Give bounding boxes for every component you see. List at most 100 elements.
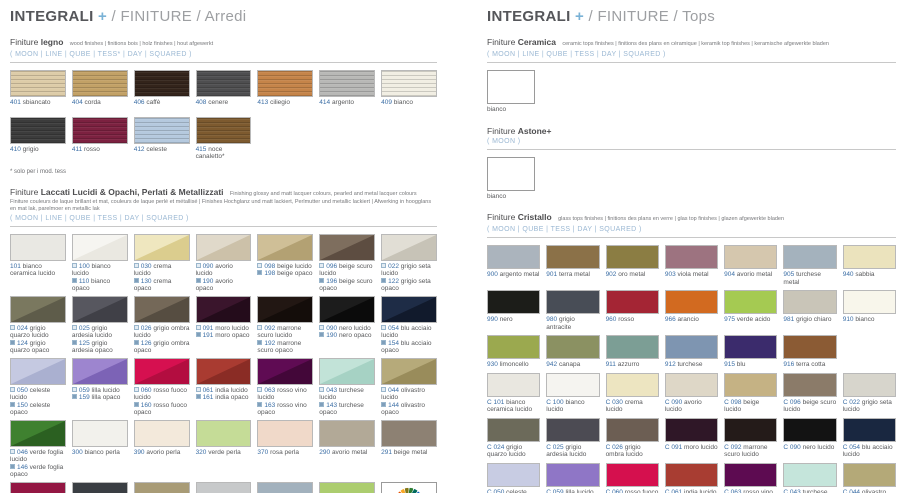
swatch-cell: 250 turchese metal	[257, 482, 313, 493]
swatch-cell: 026 grigio ombra lucido126 grigio ombra …	[134, 296, 190, 355]
swatch-cell: 090 avorio lucido190 avorio opaco	[196, 234, 252, 293]
swatch-code: 143	[326, 402, 339, 409]
swatch-label-line: C 022 grigio seta lucido	[843, 399, 896, 414]
swatch-label: 300 bianco perla	[72, 449, 128, 457]
swatch-cell: 046 verde foglia lucido146 verde foglia …	[10, 420, 66, 479]
swatch-cell: 291 beige metal	[381, 420, 437, 479]
section-subtitle: Finishing glossy and matt lacquer colour…	[230, 191, 417, 197]
swatch-label: 101 bianco ceramica lucido	[10, 263, 66, 278]
swatch-label: 990 nero	[487, 316, 540, 324]
swatch-label-line: C 043 turchese lucido	[783, 489, 836, 493]
section-astone: Finiture Astone+ ( MOON ) bianco	[487, 126, 896, 201]
swatch-name: canapa	[559, 361, 580, 368]
swatch-name: terra metal	[559, 271, 590, 278]
swatch-cell: 240 verde salvia metal	[319, 482, 375, 493]
swatch-cell: 930 limoncello	[487, 335, 540, 369]
swatch-code: C 098	[724, 399, 743, 406]
swatch-label: 100 bianco lucido110 bianco opaco	[72, 263, 128, 293]
swatch-label-line: bianco	[487, 106, 896, 114]
swatch-code: 320	[196, 449, 209, 456]
swatch-label: 981 grigio chiaro	[783, 316, 836, 324]
swatch-code: 412	[134, 146, 147, 153]
swatch-code: 191	[203, 332, 216, 339]
section-prefix: Finiture	[10, 187, 38, 197]
swatch-label-line: C 050 celeste lucido	[487, 489, 540, 493]
color-swatch	[10, 70, 66, 97]
swatch-label: 966 arancio	[665, 316, 718, 324]
swatch-label-line: 161 india opaco	[196, 394, 252, 402]
swatch-label-line: C 060 rosso fuoco lucido	[606, 489, 659, 493]
swatch-code: C 063	[724, 489, 743, 493]
swatch-label-line: C 061 india lucido	[665, 489, 718, 493]
swatch-label-line: 390 avorio perla	[134, 449, 190, 457]
color-swatch	[196, 70, 252, 97]
swatch-label: 916 terra cotta	[783, 361, 836, 369]
swatch-code: 409	[381, 99, 394, 106]
swatch-label-line: 191 moro opaco	[196, 332, 252, 340]
swatch-label: 060 rosso fuoco lucido160 rosso fuoco op…	[134, 387, 190, 417]
swatch-label-line: 415 noce canaletto*	[196, 146, 252, 161]
color-swatch	[257, 482, 313, 493]
swatch-code: 096	[326, 263, 339, 270]
swatch-code: 110	[79, 278, 91, 285]
swatch-label-line: 905 turchese metal	[783, 271, 836, 286]
swatch-label: 911 azzurro	[606, 361, 659, 369]
color-swatch	[724, 335, 777, 359]
swatch-cell: 901 terra metal	[546, 245, 599, 286]
swatch-label-line: 043 turchese lucido	[319, 387, 375, 402]
color-swatch	[843, 373, 896, 397]
color-swatch	[134, 70, 190, 97]
section-cristallo-heading: Finiture Cristallo glass tops finishes |…	[487, 212, 896, 224]
swatch-code: 090	[203, 263, 216, 270]
swatch-name: bianco	[855, 316, 874, 323]
swatch-label: C 100 bianco lucido	[546, 399, 599, 414]
swatch-label-line: 190 avorio opaco	[196, 278, 252, 293]
matt-marker-icon	[381, 402, 386, 407]
gloss-marker-icon	[72, 387, 77, 392]
swatch-cell: C 022 grigio seta lucido	[843, 373, 896, 414]
astone-swatch-grid: bianco	[487, 157, 896, 201]
color-swatch	[546, 335, 599, 359]
swatch-code: 390	[134, 449, 147, 456]
color-swatch	[783, 290, 836, 314]
swatch-code: 916	[783, 361, 796, 368]
swatch-label: 901 terra metal	[546, 271, 599, 279]
swatch-name: moro opaco	[215, 332, 249, 339]
swatch-label-line: 960 rosso	[606, 316, 659, 324]
swatch-code: C 050	[487, 489, 506, 493]
gloss-marker-icon	[72, 325, 77, 330]
section-laccati: Finiture Laccati Lucidi & Opachi, Perlat…	[10, 187, 437, 493]
swatch-label-line: 050 celeste lucido	[10, 387, 66, 402]
swatch-label-line: 154 blu acciaio opaco	[381, 340, 437, 355]
swatch-label-line: 915 blu	[724, 361, 777, 369]
color-swatch	[257, 296, 313, 323]
swatch-cell: C 100 bianco lucido	[546, 373, 599, 414]
swatch-label-line: C 098 beige lucido	[724, 399, 777, 414]
swatch-name: moro lucido	[684, 444, 718, 451]
color-swatch	[319, 358, 375, 385]
swatch-code: 190	[203, 278, 216, 285]
swatch-name: beige opaco	[277, 270, 312, 277]
swatch-code: 904	[724, 271, 737, 278]
swatch-name: bianco	[487, 193, 506, 200]
swatch-cell: 980 grigio antracite	[546, 290, 599, 331]
swatch-code: C 091	[665, 444, 684, 451]
models-list: ( MOON | LINE | QUBE | TESS | DAY | SQUA…	[487, 51, 896, 58]
swatch-label: 054 blu acciaio lucido154 blu acciaio op…	[381, 325, 437, 355]
swatch-label: 412 celeste	[134, 146, 190, 154]
swatch-code: 122	[388, 278, 401, 285]
swatch-name: grigio quarzo opaco	[10, 340, 49, 355]
swatch-label-line: 981 grigio chiaro	[783, 316, 836, 324]
swatch-code: C 043	[783, 489, 802, 493]
section-subtitle: ceramic tops finishes | finitions des pl…	[562, 41, 829, 47]
section-laccati-heading: Finiture Laccati Lucidi & Opachi, Perlat…	[10, 187, 437, 199]
swatch-label: 902 oro metal	[606, 271, 659, 279]
color-swatch	[487, 290, 540, 314]
swatch-cell: 044 olivastro lucido144 olivastro opaco	[381, 358, 437, 417]
swatch-label: C 050 celeste lucido	[487, 489, 540, 493]
swatch-code: 290	[319, 449, 332, 456]
swatch-name: crema lucido	[134, 263, 172, 278]
swatch-name: oro metal	[618, 271, 645, 278]
color-swatch	[843, 245, 896, 269]
swatch-name: nero	[500, 316, 513, 323]
